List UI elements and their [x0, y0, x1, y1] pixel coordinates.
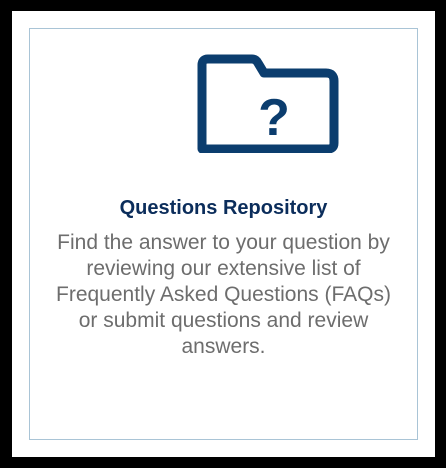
- card-title: Questions Repository: [119, 197, 328, 219]
- folder-question-icon: ?: [194, 53, 342, 153]
- question-mark-glyph: ?: [258, 89, 290, 147]
- questions-repository-card[interactable]: ? Questions Repository Find the answer t…: [12, 11, 435, 457]
- outer-frame: ? Questions Repository Find the answer t…: [0, 0, 446, 468]
- card-description: Find the answer to your question by revi…: [56, 231, 391, 358]
- card-border: ? Questions Repository Find the answer t…: [29, 28, 418, 440]
